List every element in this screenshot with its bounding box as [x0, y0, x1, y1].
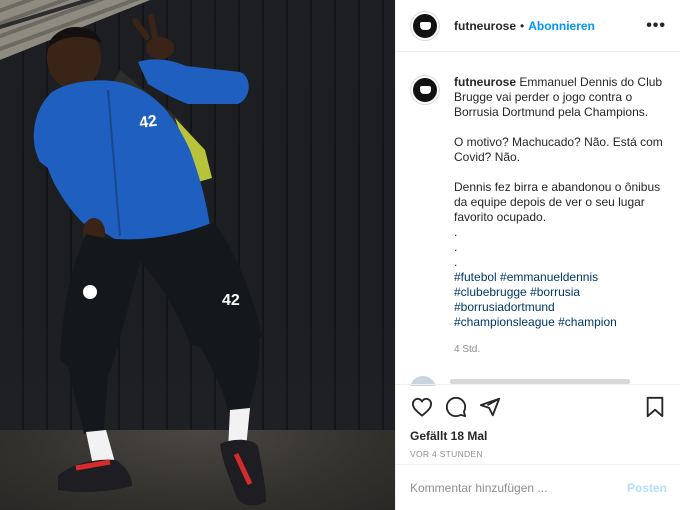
- paper-plane-icon[interactable]: [478, 395, 502, 419]
- post-timestamp[interactable]: VOR 4 STUNDEN: [410, 449, 667, 459]
- raised-arm: [138, 59, 249, 104]
- hashtag-link[interactable]: #clubebrugge: [454, 285, 527, 299]
- caption-dot-3: .: [454, 255, 458, 269]
- hashtag-line-2: #clubebrugge #borrusia: [454, 285, 667, 300]
- caption: futneurose Emmanuel Dennis do Club Brugg…: [454, 75, 667, 357]
- jacket-crest: 42: [138, 113, 158, 132]
- caption-line-3: O motivo? Machucado? Não. Está com Covid…: [454, 135, 663, 164]
- comments-area[interactable]: futneurose Emmanuel Dennis do Club Brugg…: [396, 53, 680, 383]
- hashtag-link[interactable]: #borrusia: [530, 285, 580, 299]
- hashtag-line-3: #borrusiadortmund: [454, 300, 667, 315]
- action-icons: [410, 395, 667, 419]
- caption-dot-1: .: [454, 225, 458, 239]
- right-leg: [196, 334, 260, 412]
- follow-button[interactable]: Abonnieren: [528, 19, 595, 33]
- hand: [146, 37, 174, 59]
- post-comment-button[interactable]: Posten: [627, 481, 667, 495]
- hashtag-link[interactable]: #borrusiadortmund: [454, 300, 555, 314]
- comment-input[interactable]: [410, 480, 627, 495]
- comment-icon[interactable]: [444, 395, 468, 419]
- likes-count[interactable]: Gefällt 18 Mal: [410, 429, 667, 443]
- caption-gap: [454, 165, 667, 180]
- caption-avatar[interactable]: [410, 75, 440, 105]
- hashtag-link[interactable]: #champion: [558, 315, 617, 329]
- header-username[interactable]: futneurose: [454, 19, 516, 33]
- left-leg: [68, 362, 108, 434]
- bookmark-icon[interactable]: [643, 395, 667, 419]
- action-bar: Gefällt 18 Mal VOR 4 STUNDEN: [396, 384, 680, 459]
- caption-dot-2: .: [454, 240, 458, 254]
- caption-line-5: Dennis fez birra e abandonou o ônibus da…: [454, 180, 661, 224]
- caption-row: futneurose Emmanuel Dennis do Club Brugg…: [410, 75, 667, 357]
- shorts-number: 42: [222, 292, 240, 309]
- heart-icon[interactable]: [410, 395, 434, 419]
- post-photo[interactable]: 42 42: [0, 0, 395, 510]
- hashtag-line-4: #championsleague #champion: [454, 315, 667, 330]
- more-dots-icon[interactable]: •••: [646, 17, 666, 35]
- comment-composer: Posten: [396, 464, 680, 510]
- post-header: futneurose • Abonnieren •••: [396, 0, 680, 52]
- caption-username[interactable]: futneurose: [454, 75, 516, 89]
- header-separator: •: [520, 18, 525, 33]
- hashtag-line-1: #futebol #emmanueldennis: [454, 270, 667, 285]
- caption-timestamp[interactable]: 4 Std.: [454, 342, 667, 357]
- finger-1: [132, 17, 150, 41]
- avatar[interactable]: [410, 10, 440, 41]
- shorts-crest: [83, 285, 97, 299]
- player-figure: 42 42: [33, 14, 266, 506]
- hashtag-link[interactable]: #championsleague: [454, 315, 555, 329]
- hashtag-link[interactable]: #emmanueldennis: [500, 270, 598, 284]
- post-side-panel: futneurose • Abonnieren ••• futneurose E…: [395, 0, 680, 510]
- hashtag-link[interactable]: #futebol: [454, 270, 497, 284]
- caption-gap: [454, 120, 667, 135]
- caption-line-1: futneurose Emmanuel Dennis do Club Brugg…: [454, 75, 667, 120]
